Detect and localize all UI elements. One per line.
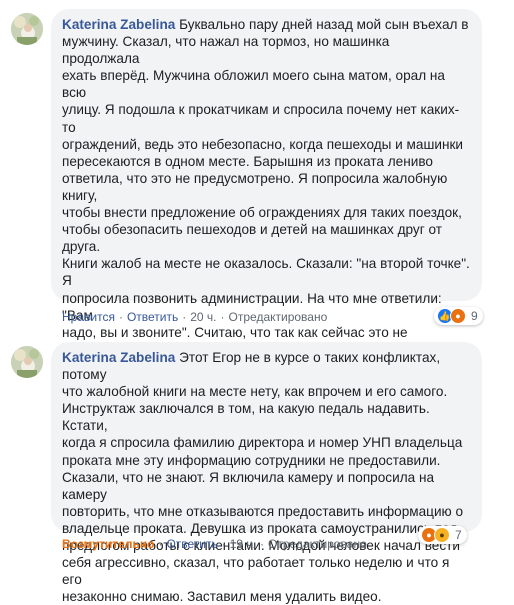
- separator: ·: [182, 310, 187, 324]
- angry-reaction-link[interactable]: Возмутительно: [62, 537, 154, 551]
- haha-icon: ●: [434, 527, 450, 543]
- separator: ·: [221, 537, 226, 551]
- comment-actions: Нравится · Ответить · 20 ч. · Отредактировано: [62, 310, 327, 324]
- reaction-summary[interactable]: ● ● 7: [418, 526, 467, 544]
- edited-label[interactable]: Отредактировано: [268, 537, 367, 551]
- comment-body: Katerina Zabelina Этот Егор не в курсе о…: [62, 349, 470, 605]
- comment-time[interactable]: 20 ч.: [190, 310, 216, 324]
- avatar-image: [11, 13, 43, 45]
- comments-page: Katerina Zabelina Буквально пару дней на…: [0, 0, 514, 604]
- reaction-count: 9: [471, 309, 478, 323]
- separator: ·: [158, 537, 163, 551]
- avatar-image: [11, 346, 43, 378]
- comment-author[interactable]: Katerina Zabelina: [62, 350, 175, 365]
- edited-label[interactable]: Отредактировано: [229, 310, 328, 324]
- separator: ·: [118, 310, 123, 324]
- avatar[interactable]: [11, 346, 43, 378]
- reply-link[interactable]: Ответить: [166, 537, 217, 551]
- comment-time[interactable]: 19 ч.: [230, 537, 256, 551]
- separator: ·: [220, 310, 225, 324]
- comment-text: Этот Егор не в курсе о таких конфликтах,…: [62, 350, 464, 605]
- reaction-count: 7: [455, 528, 462, 542]
- comment-author[interactable]: Katerina Zabelina: [62, 17, 175, 32]
- comment-actions: Возмутительно · Ответить · 19 ч. · Отредактиро…: [62, 537, 367, 551]
- angry-icon: ●: [450, 308, 466, 324]
- like-link[interactable]: Нравится: [62, 310, 115, 324]
- avatar[interactable]: [11, 13, 43, 45]
- reaction-summary[interactable]: 👍 ● 9: [434, 307, 483, 325]
- comment-bubble: Katerina Zabelina Этот Егор не в курсе о…: [51, 342, 482, 604]
- reply-link[interactable]: Ответить: [127, 310, 178, 324]
- comment-bubble: Katerina Zabelina Буквально пару дней на…: [51, 9, 482, 511]
- separator: ·: [260, 537, 265, 551]
